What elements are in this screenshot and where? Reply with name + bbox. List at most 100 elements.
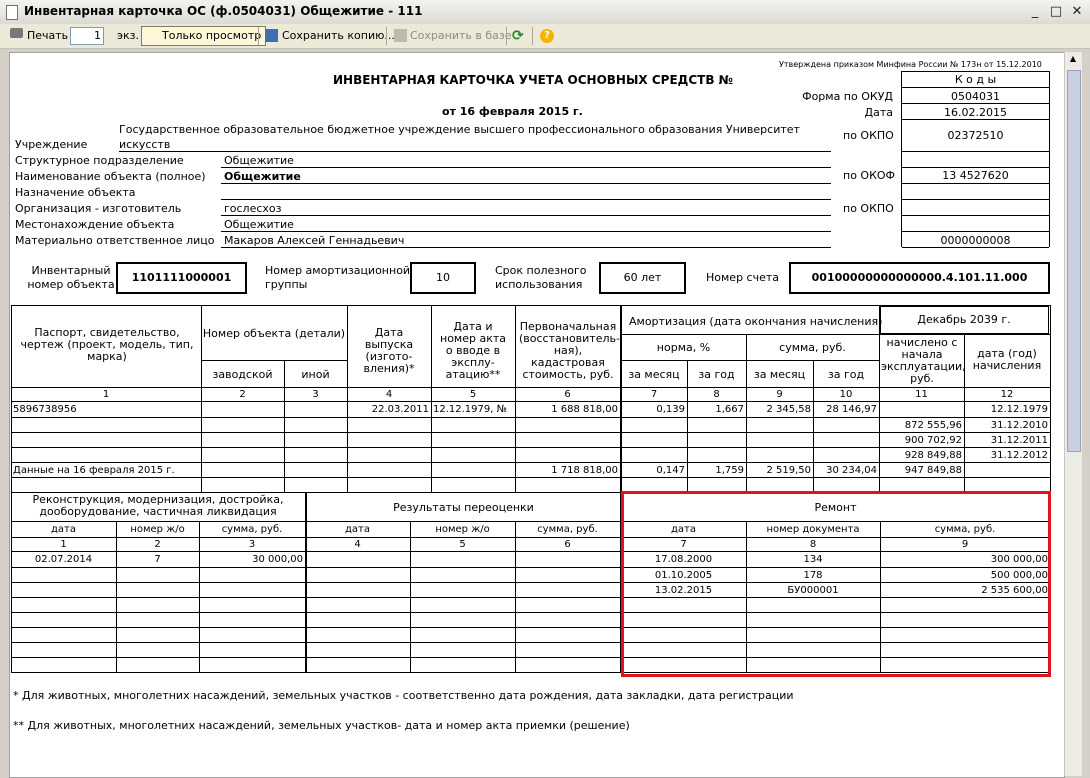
scroll-thumb[interactable] xyxy=(1067,70,1081,452)
toolbar-separator xyxy=(386,27,387,45)
col-num: 9 xyxy=(776,389,783,400)
group-label-1: Номер амортизационной xyxy=(265,264,411,277)
table-cell: 12.12.1979, № xyxy=(433,404,508,415)
col-factory-header: заводской xyxy=(212,368,273,381)
table-cell: 2 519,50 xyxy=(766,465,811,476)
table-cell: 1,759 xyxy=(715,465,744,476)
okpo-code: 02372510 xyxy=(947,129,1004,142)
okof-label: по ОКОФ xyxy=(843,169,896,182)
toolbar-separator xyxy=(258,27,259,45)
copies-unit: экз. xyxy=(117,29,140,42)
col-act-header: Дата и номер акта о вводе в эксплу-атаци… xyxy=(440,320,506,381)
col-num: 10 xyxy=(839,389,853,400)
location-label: Местонахождение объекта xyxy=(15,218,175,231)
life-value: 60 лет xyxy=(623,271,662,284)
col-sum-header: сумма, руб. xyxy=(779,341,846,354)
printer-icon[interactable] xyxy=(10,28,23,38)
okof-code: 13 4527620 xyxy=(942,169,1009,182)
save-copy-icon xyxy=(265,29,278,42)
col-initial-header: Первоначальная (восстановитель-ная), кад… xyxy=(519,320,620,381)
col-num: 7 xyxy=(650,389,658,400)
col-date-year-header: дата (год) начисления xyxy=(972,347,1042,372)
col-num: 8 xyxy=(713,389,720,400)
table-cell: 1 718 818,00 xyxy=(551,465,618,476)
footnote-2: ** Для животных, многолетних насаждений,… xyxy=(13,719,630,732)
sub-header: сумма, руб. xyxy=(221,524,283,535)
table-cell: 928 849,88 xyxy=(904,450,962,461)
table-cell: 30 000,00 xyxy=(252,554,303,565)
window-title: Инвентарная карточка ОС (ф.0504031) Обще… xyxy=(24,4,423,18)
save-db-button[interactable]: Сохранить в базе xyxy=(410,27,512,45)
table-cell: 0,147 xyxy=(656,465,685,476)
table-cell: 5896738956 xyxy=(13,404,77,415)
scroll-up-icon[interactable]: ▲ xyxy=(1067,54,1079,67)
toolbar: Печать 1 экз. Только просмотр Сохранить … xyxy=(0,24,1090,65)
help-icon[interactable]: ? xyxy=(540,29,554,43)
col-release-header: Дата выпуска (изгото-вления)* xyxy=(363,326,415,375)
minimize-button[interactable]: _ xyxy=(1026,3,1044,21)
toolbar-separator xyxy=(506,27,507,45)
mol-value: Макаров Алексей Геннадьевич xyxy=(224,234,405,247)
view-only-toggle[interactable]: Только просмотр xyxy=(141,26,267,46)
subdivision-label: Структурное подразделение xyxy=(15,154,184,167)
close-button[interactable]: ✕ xyxy=(1068,3,1086,21)
table-cell: 30 234,04 xyxy=(826,465,877,476)
institution-value-2: искусств xyxy=(119,138,171,151)
footnote-1: * Для животных, многолетних насаждений, … xyxy=(13,689,794,702)
save-copy-button[interactable]: Сохранить копию... xyxy=(282,27,395,45)
refresh-icon[interactable]: ⟳ xyxy=(512,27,524,45)
col-num: 12 xyxy=(1000,389,1014,400)
vertical-scrollbar[interactable]: ▲ xyxy=(1064,52,1082,776)
manufacturer-value: гослесхоз xyxy=(224,202,282,215)
mol-code: 0000000008 xyxy=(940,234,1011,247)
sub-header: номер ж/о xyxy=(130,524,185,535)
table-cell: 0,139 xyxy=(656,404,685,415)
codes-caption: К о д ы xyxy=(954,73,997,86)
okud-code: 0504031 xyxy=(951,90,1000,103)
col-num: 2 xyxy=(239,389,246,400)
approval-note: Утверждена приказом Минфина России № 173… xyxy=(779,60,1042,69)
col-num: 1 xyxy=(60,539,67,550)
sub-header: номер ж/о xyxy=(435,524,490,535)
purpose-label: Назначение объекта xyxy=(15,186,136,199)
save-db-icon xyxy=(394,29,407,42)
account-value: 00100000000000000.4.101.11.000 xyxy=(811,271,1028,284)
col-num: 1 xyxy=(102,389,110,400)
okpo-label: по ОКПО xyxy=(843,129,894,142)
view-only-label: Только просмотр xyxy=(162,29,262,42)
card-title: ИНВЕНТАРНАЯ КАРТОЧКА УЧЕТА ОСНОВНЫХ СРЕД… xyxy=(333,73,734,87)
col-accrued-header: начислено с начала эксплуатации, руб. xyxy=(881,336,966,385)
okpo2-label: по ОКПО xyxy=(843,202,894,215)
inv-label-2: номер объекта xyxy=(27,278,115,291)
inv-number-box: 1101111000001 xyxy=(116,262,247,294)
group-label-2: группы xyxy=(265,278,308,291)
table-cell: 7 xyxy=(154,554,161,565)
print-button[interactable]: Печать xyxy=(27,27,68,45)
account-box: 00100000000000000.4.101.11.000 xyxy=(789,262,1050,294)
maximize-button[interactable]: □ xyxy=(1047,3,1065,21)
col-num: 4 xyxy=(354,539,361,550)
life-label-1: Срок полезного xyxy=(495,264,587,277)
table-cell: 2 345,58 xyxy=(766,404,811,415)
table-cell: 1 688 818,00 xyxy=(551,404,618,415)
mol-label: Материально ответственное лицо xyxy=(15,234,215,247)
card-date: от 16 февраля 2015 г. xyxy=(442,105,583,118)
table-cell: 900 702,92 xyxy=(904,435,962,446)
table-cell: 22.03.2011 xyxy=(371,404,429,415)
col-num: 5 xyxy=(459,539,466,550)
col-passport-header: Паспорт, свидетельство, чертеж (проект, … xyxy=(20,326,194,363)
col-year-header: за год xyxy=(698,368,735,381)
col-num: 4 xyxy=(385,389,393,400)
group-value: 10 xyxy=(436,271,450,284)
copies-input[interactable]: 1 xyxy=(70,27,104,45)
col-num: 3 xyxy=(248,539,256,550)
col-objnum-header: Номер объекта (детали) xyxy=(202,327,346,340)
amort-end-date: Декабрь 2039 г. xyxy=(917,313,1011,326)
object-name-value: Общежитие xyxy=(224,170,301,183)
sub-header: дата xyxy=(345,524,370,535)
col-num: 11 xyxy=(915,389,928,400)
manufacturer-label: Организация - изготовитель xyxy=(15,202,182,215)
document-icon xyxy=(6,5,18,20)
toolbar-separator xyxy=(532,27,533,45)
col-num: 6 xyxy=(564,539,571,550)
